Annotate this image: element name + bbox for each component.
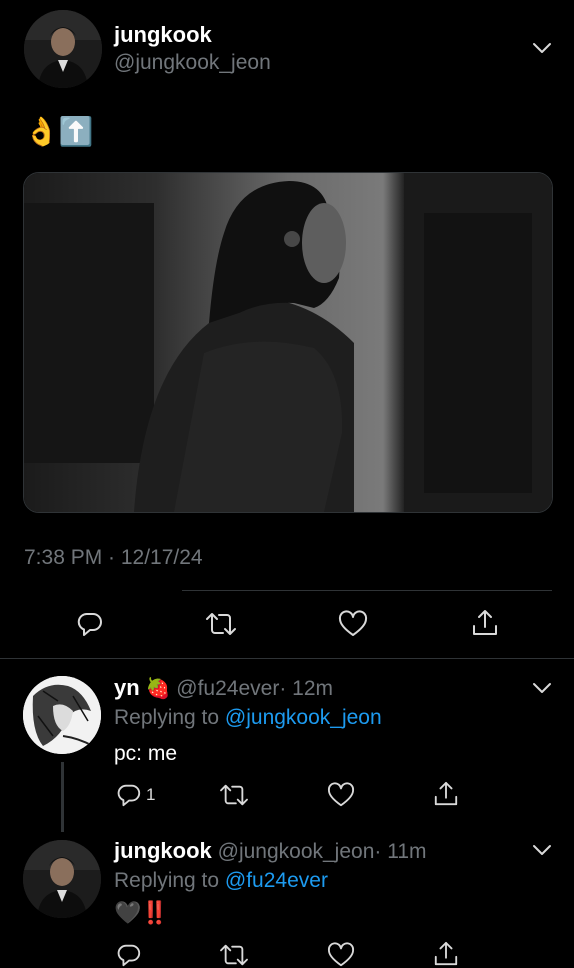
retweet-icon: [220, 944, 248, 966]
reply-avatar[interactable]: [23, 840, 101, 918]
reply-time[interactable]: · 11m: [374, 840, 426, 863]
retweet-button[interactable]: [218, 942, 250, 968]
like-icon: [327, 782, 355, 807]
retweet-button[interactable]: [204, 610, 238, 638]
share-icon: [434, 781, 458, 806]
share-button[interactable]: [433, 780, 459, 808]
divider: [0, 658, 574, 659]
replying-to: Replying to @fu24ever: [114, 869, 328, 893]
like-icon: [327, 942, 355, 967]
share-icon: [434, 941, 458, 966]
chevron-down-icon[interactable]: [532, 678, 552, 703]
replying-to-handle[interactable]: @jungkook_jeon: [225, 706, 382, 729]
chevron-down-icon[interactable]: [532, 38, 552, 63]
chevron-down-icon[interactable]: [532, 840, 552, 865]
tweet-text: 👌⬆️: [24, 116, 94, 147]
divider: [182, 590, 552, 591]
reply-icon: [117, 784, 141, 807]
reply-button[interactable]: [116, 942, 142, 968]
reply-header: yn 🍓 @fu24ever· 12m: [114, 675, 333, 701]
reply-icon: [117, 944, 141, 967]
reply-author-name[interactable]: jungkook: [114, 838, 212, 863]
like-button[interactable]: [327, 782, 355, 808]
reply-button[interactable]: 1: [116, 782, 155, 808]
retweet-icon: [220, 784, 248, 806]
tweet-photo[interactable]: [23, 172, 553, 513]
like-button[interactable]: [327, 942, 355, 968]
author-avatar[interactable]: [24, 10, 102, 88]
retweet-icon: [206, 613, 236, 635]
reply-author-name[interactable]: yn: [114, 675, 140, 700]
reply-count: 1: [146, 785, 156, 804]
reply-header: jungkook @jungkook_jeon· 11m: [114, 838, 427, 864]
author-handle[interactable]: @jungkook_jeon: [114, 51, 271, 75]
strawberry-emoji: 🍓: [145, 678, 171, 700]
reply-text: pc: me: [114, 742, 178, 765]
thread-line: [61, 762, 64, 832]
share-button[interactable]: [433, 940, 459, 968]
reply-avatar[interactable]: [23, 676, 101, 754]
replying-to-label: Replying to: [114, 706, 220, 729]
like-button[interactable]: [338, 610, 368, 638]
replying-to-handle[interactable]: @fu24ever: [225, 869, 328, 892]
share-button[interactable]: [471, 608, 499, 638]
reply-button[interactable]: [76, 610, 104, 638]
replying-to-label: Replying to: [114, 869, 220, 892]
retweet-button[interactable]: [218, 782, 250, 808]
replying-to: Replying to @jungkook_jeon: [114, 706, 382, 730]
share-icon: [473, 610, 497, 635]
reply-author-handle[interactable]: @fu24ever: [176, 677, 279, 700]
reply-time[interactable]: · 12m: [279, 677, 333, 700]
tweet-timestamp[interactable]: 7:38 PM · 12/17/24: [24, 546, 203, 570]
like-icon: [338, 610, 368, 636]
reply-author-handle[interactable]: @jungkook_jeon: [218, 840, 375, 863]
reply-text: 🖤‼️: [114, 900, 169, 925]
reply-icon: [77, 612, 102, 636]
author-name[interactable]: jungkook: [114, 22, 212, 48]
